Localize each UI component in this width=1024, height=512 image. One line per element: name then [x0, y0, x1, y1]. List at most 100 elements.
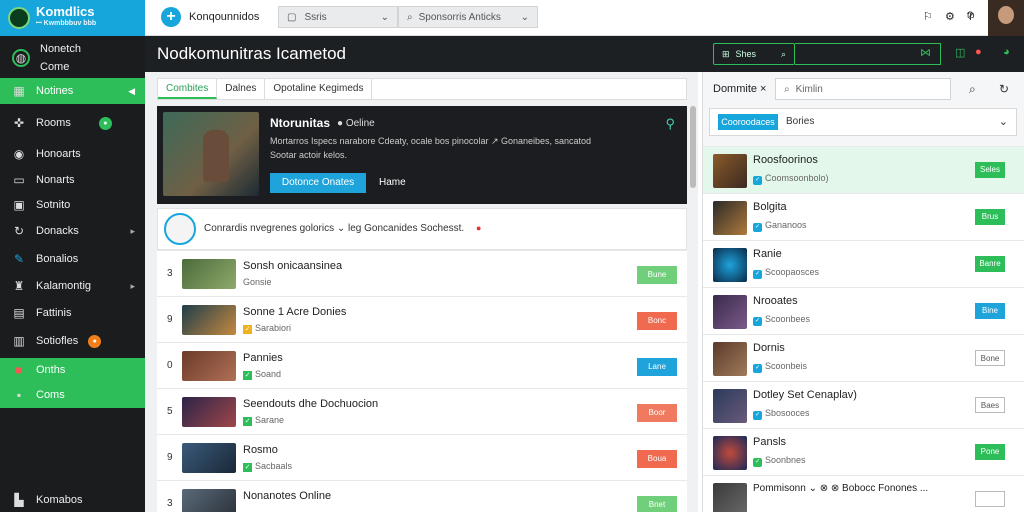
notice-bar[interactable]: Conrardis nvegrenes golorics ⌄ leg Gonca… [157, 208, 687, 250]
row-action-button[interactable]: Baes [975, 397, 1005, 413]
list-item[interactable]: Bolgita ✓ Gananoos Brus [703, 193, 1024, 240]
row-action-button[interactable]: Lane [637, 358, 677, 376]
main-content: Combites Dalnes Opotaline Kegimeds Ntoru… [145, 72, 698, 512]
sidebar-item-fattinis[interactable]: ▤ Fattinis [0, 300, 145, 326]
filter-bar[interactable]: Cooroodaces Bories ⌄ [709, 108, 1017, 136]
row-title: Pannies [243, 352, 283, 364]
list-item[interactable]: 3 Sonsh onicaansinea Gonsie Bune [157, 250, 687, 296]
status-icon[interactable]: ◕ [1003, 46, 1010, 58]
sidebar-item-honoarts[interactable]: ◉ Honoarts [0, 141, 145, 167]
list-item[interactable]: 3 Nonanotes Online Bnet [157, 480, 687, 512]
primary-button[interactable]: Dotonce Onates [270, 173, 366, 193]
list-item[interactable]: 0 Pannies ✓ Soand Lane [157, 342, 687, 388]
panel-title[interactable]: Dommite × [713, 83, 767, 95]
list-item[interactable]: 9 Sonne 1 Acre Donies ✓ Sarabiori Bonc [157, 296, 687, 342]
filter-option[interactable]: Bories [786, 116, 814, 127]
add-button[interactable]: + [161, 7, 181, 27]
pen-icon: ✎ [13, 252, 25, 266]
sidebar-item-kalamontig[interactable]: ♜ Kalamontig ▸ [0, 273, 145, 299]
logo-subtitle: ꟷ Kwmbbbuv bbb [36, 20, 97, 27]
row-action-button[interactable]: Bune [637, 266, 677, 284]
row-thumbnail [713, 295, 747, 329]
row-action-button[interactable]: Bine [975, 303, 1005, 319]
sidebar-item-label: Onths [36, 364, 66, 376]
row-thumbnail [713, 248, 747, 282]
row-rank: 3 [167, 268, 173, 279]
check-icon: ✓ [243, 417, 252, 426]
row-rank: 3 [167, 498, 173, 509]
refresh-icon[interactable]: ↻ [999, 82, 1009, 96]
sidebar-item-nonarts[interactable]: ▭ Nonarts [0, 167, 145, 193]
list-item[interactable]: Dornis ✓ Scoonbeis Bone [703, 334, 1024, 381]
sidebar-item-sotiofles[interactable]: ▥ Sotiofles ● [0, 328, 145, 354]
layout-icon[interactable]: ◫ [955, 46, 965, 59]
list-item[interactable]: Ranie ✓ Scoopaosces Banre [703, 240, 1024, 287]
check-icon: ✓ [243, 463, 252, 472]
row-action-button[interactable]: Bnet [637, 496, 677, 512]
secondary-button[interactable]: Hame [379, 173, 406, 193]
bell-icon[interactable]: ⚐ [923, 10, 933, 23]
chevron-down-icon[interactable]: ⌄ [999, 115, 1008, 128]
sidebar-item-label: Kalamontig [36, 280, 92, 292]
search-input[interactable]: ⌕ Sponsorris Anticks ⌄ [398, 6, 538, 28]
row-action-button[interactable]: Banre [975, 256, 1005, 272]
row-subtitle: Sarane [255, 415, 285, 425]
row-action-button[interactable]: Boua [637, 450, 677, 468]
row-title: Nrooates [753, 295, 798, 307]
row-action-button[interactable]: Pone [975, 444, 1005, 460]
tab-dalnes[interactable]: Dalnes [217, 79, 266, 99]
list-item[interactable]: Pansls ✓ Soonbnes Pone [703, 428, 1024, 475]
sidebar-workspace[interactable]: ◍ Nonetch Come [0, 40, 145, 76]
row-action-button[interactable]: Bonc [637, 312, 677, 330]
list-item[interactable]: Dotley Set Cenaplav) ✓ Sbosooces Baes [703, 381, 1024, 428]
page-title: Nodkomunitras Icametod [157, 44, 346, 63]
logo[interactable]: Komdlics ꟷ Kwmbbbuv bbb [0, 0, 145, 36]
row-subtitle: Coomsoonbolo) [765, 173, 829, 183]
channel-select[interactable]: ▢ Ssris ⌄ [278, 6, 398, 28]
sidebar-header-title: Nonetch [40, 43, 81, 55]
row-subtitle: Scoonbeis [765, 361, 808, 371]
workspace-title[interactable]: Konqounnidos [189, 11, 259, 23]
row-action-button[interactable]: Bone [975, 350, 1005, 366]
share-icon[interactable]: ⋈ [920, 46, 931, 59]
row-subtitle: Sarabiori [255, 323, 292, 333]
settings-icon[interactable]: ⚙ [945, 10, 955, 23]
list-item[interactable]: 5 Seendouts dhe Dochuocion ✓ Sarane Boor [157, 388, 687, 434]
avatar[interactable] [988, 0, 1024, 36]
logo-mark-icon [8, 7, 30, 29]
featured-card[interactable]: Ntorunitas ● Oeline Mortarros Ispecs nar… [157, 106, 687, 204]
search-icon[interactable]: ⌕ [969, 82, 976, 97]
scrollbar[interactable] [690, 106, 696, 188]
row-action-button[interactable]: Brus [975, 209, 1005, 225]
row-action-button[interactable]: Boor [637, 404, 677, 422]
trophy-icon: ♜ [13, 279, 25, 293]
notification-icon[interactable]: ● [975, 46, 982, 58]
list-item[interactable]: Nrooates ✓ Scoonbees Bine [703, 287, 1024, 334]
sidebar-item-rooms[interactable]: ✜ Rooms ● [0, 110, 145, 136]
sidebar-item-sotnito[interactable]: ▣ Sotnito [0, 192, 145, 218]
alert-icon: ● [476, 223, 482, 233]
row-subtitle: Scoopaosces [765, 267, 820, 277]
tab-kegimeds[interactable]: Opotaline Kegimeds [265, 79, 373, 99]
sidebar-header-sub: Come [40, 61, 70, 73]
sidebar-item-donacks[interactable]: ↻ Donacks ▸ [0, 218, 145, 244]
row-action-button[interactable] [975, 491, 1005, 507]
sidebar-item-coms[interactable]: ▪ Coms [0, 382, 145, 408]
sidebar-item-bonalios[interactable]: ✎ Bonalios [0, 246, 145, 272]
list-item[interactable]: Roosfoorinos ✓ Coomsoonbolo) Seles [703, 146, 1024, 193]
list-item[interactable]: Pommisonn ⌄ ⊗ ⊗ Bobocc Fonones ... [703, 475, 1024, 512]
check-icon: ✓ [753, 223, 762, 232]
sidebar-footer[interactable]: ▙ Komabos [0, 488, 145, 512]
panel-search-input[interactable]: ⌕ Kimlin [775, 78, 951, 100]
pin-icon[interactable]: ⚲ [665, 116, 675, 132]
row-action-button[interactable]: Seles [975, 162, 1005, 178]
list-item[interactable]: 9 Rosmo ✓ Sacbaals Boua [157, 434, 687, 480]
tab-combites[interactable]: Combites [158, 79, 218, 99]
help-icon[interactable]: ? [967, 10, 973, 22]
header-search-button[interactable]: ⊞ Shes ⌕ [713, 43, 795, 65]
filter-chip[interactable]: Cooroodaces [718, 114, 778, 130]
book-icon: ▥ [13, 334, 25, 348]
sidebar-item-onths[interactable]: ■ Onths [0, 358, 145, 382]
game-list: 3 Sonsh onicaansinea Gonsie Bune 9 Sonne… [157, 250, 687, 512]
sidebar-item-notines[interactable]: ▦ Notines ◀ [0, 78, 145, 104]
